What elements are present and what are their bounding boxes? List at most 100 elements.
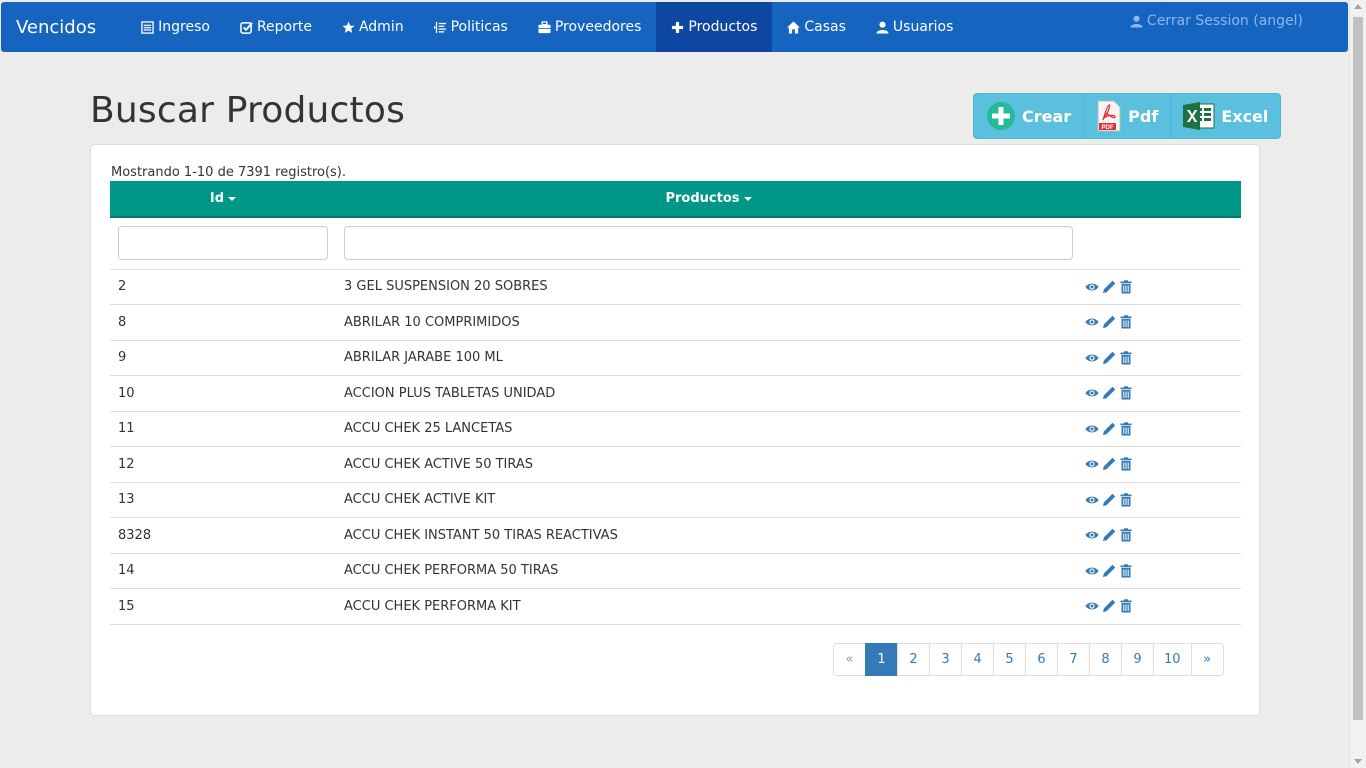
nav-item-reporte[interactable]: Reporte: [225, 2, 327, 52]
table-row: 8 ABRILAR 10 COMPRIMIDOS: [110, 304, 1241, 341]
eye-icon[interactable]: [1085, 493, 1099, 507]
nav-item-ingreso[interactable]: Ingreso: [126, 2, 225, 52]
pdf-file-icon: PDF: [1097, 100, 1121, 132]
scrollbar-thumb[interactable]: [1353, 17, 1363, 720]
briefcase-icon: [538, 20, 551, 33]
trash-icon[interactable]: [1119, 599, 1133, 613]
pencil-icon[interactable]: [1102, 386, 1116, 400]
row-action-icons: [1085, 315, 1233, 329]
pencil-icon[interactable]: [1102, 599, 1116, 613]
pencil-icon[interactable]: [1102, 457, 1116, 471]
user-icon: [1130, 15, 1143, 28]
indent-icon: [433, 21, 446, 33]
eye-icon[interactable]: [1085, 315, 1099, 329]
row-action-icons: [1085, 280, 1233, 294]
eye-icon[interactable]: [1085, 280, 1099, 294]
home-icon: [787, 20, 801, 34]
page-next-button[interactable]: »: [1190, 643, 1224, 676]
row-product-name: 3 GEL SUSPENSION 20 SOBRES: [336, 269, 1081, 305]
row-action-icons: [1085, 493, 1233, 507]
page-button[interactable]: 10: [1153, 643, 1192, 676]
page-button[interactable]: 6: [1025, 643, 1058, 676]
brand-link[interactable]: Vencidos: [1, 2, 126, 52]
page-prev-button[interactable]: «: [833, 643, 866, 676]
row-id: 10: [110, 375, 336, 412]
page-button[interactable]: 7: [1057, 643, 1090, 676]
trash-icon[interactable]: [1119, 457, 1133, 471]
trash-icon[interactable]: [1119, 386, 1133, 400]
filter-cell-productos: [336, 217, 1081, 270]
pdf-button[interactable]: PDF Pdf: [1084, 94, 1172, 138]
filter-cell-empty: [1081, 217, 1241, 270]
nav-item-proveedores[interactable]: Proveedores: [523, 2, 657, 52]
page-button[interactable]: 8: [1089, 643, 1122, 676]
row-actions: [1081, 340, 1241, 376]
pencil-icon[interactable]: [1102, 315, 1116, 329]
page-title: Buscar Productos: [90, 90, 406, 131]
nav-item-admin[interactable]: Admin: [327, 2, 419, 52]
column-header-label: Productos: [665, 191, 740, 206]
nav-item-politicas[interactable]: Politicas: [419, 2, 523, 52]
table-row: 23 GEL SUSPENSION 20 SOBRES: [110, 269, 1241, 305]
trash-icon[interactable]: [1119, 528, 1133, 542]
nav-item-productos[interactable]: Productos: [656, 2, 773, 52]
trash-icon[interactable]: [1119, 422, 1133, 436]
plus-icon: [672, 21, 684, 33]
page-numbers: 1 2 3 4 5 6 7 8 9 10: [865, 643, 1192, 676]
pencil-icon[interactable]: [1102, 528, 1116, 542]
nav-item-usuarios[interactable]: Usuarios: [861, 2, 969, 52]
page-button[interactable]: 2: [897, 643, 930, 676]
row-actions: [1081, 375, 1241, 412]
nav-label: Reporte: [256, 19, 312, 35]
user-icon: [876, 21, 889, 34]
eye-icon[interactable]: [1085, 599, 1099, 613]
trash-icon[interactable]: [1119, 280, 1133, 294]
row-product-name: ACCU CHEK INSTANT 50 TIRAS REACTIVAS: [336, 517, 1081, 554]
excel-button[interactable]: Excel: [1171, 94, 1280, 138]
table-body: 23 GEL SUSPENSION 20 SOBRES 8 ABRILAR 10 C…: [110, 269, 1241, 625]
page-button[interactable]: 1: [865, 643, 898, 676]
page-button[interactable]: 5: [993, 643, 1026, 676]
pencil-icon[interactable]: [1102, 351, 1116, 365]
eye-icon[interactable]: [1085, 457, 1099, 471]
create-button[interactable]: Crear: [974, 94, 1085, 138]
productos-filter-input[interactable]: [344, 226, 1073, 261]
sort-by-productos-header[interactable]: Productos: [336, 181, 1081, 218]
table-header-row: Id Productos: [110, 181, 1241, 218]
row-actions: [1081, 411, 1241, 447]
row-action-icons: [1085, 564, 1233, 578]
page-button[interactable]: 4: [961, 643, 994, 676]
scroll-up-icon[interactable]: [1354, 4, 1362, 9]
trash-icon[interactable]: [1119, 351, 1133, 365]
eye-icon[interactable]: [1085, 564, 1099, 578]
trash-icon[interactable]: [1119, 493, 1133, 507]
nav-item-casas[interactable]: Casas: [772, 2, 861, 52]
eye-icon[interactable]: [1085, 386, 1099, 400]
eye-icon[interactable]: [1085, 351, 1099, 365]
row-product-name: ACCU CHEK ACTIVE KIT: [336, 482, 1081, 518]
sort-by-id-header[interactable]: Id: [110, 181, 336, 218]
caret-down-icon: [743, 196, 752, 201]
page-button[interactable]: 9: [1121, 643, 1154, 676]
row-product-name: ABRILAR JARABE 100 ML: [336, 340, 1081, 376]
table-row: 15 ACCU CHEK PERFORMA KIT: [110, 588, 1241, 625]
id-filter-input[interactable]: [118, 226, 328, 261]
logout-link[interactable]: Cerrar Session (angel): [1130, 2, 1303, 40]
pencil-icon[interactable]: [1102, 280, 1116, 294]
nav-label: Casas: [804, 19, 846, 35]
row-action-icons: [1085, 599, 1233, 613]
eye-icon[interactable]: [1085, 528, 1099, 542]
pencil-icon[interactable]: [1102, 422, 1116, 436]
excel-file-icon: [1183, 102, 1215, 130]
row-id: 9: [110, 340, 336, 376]
pencil-icon[interactable]: [1102, 493, 1116, 507]
trash-icon[interactable]: [1119, 315, 1133, 329]
trash-icon[interactable]: [1119, 564, 1133, 578]
pencil-icon[interactable]: [1102, 564, 1116, 578]
scroll-down-icon[interactable]: [1354, 759, 1362, 764]
nav-label: Ingreso: [158, 19, 210, 35]
row-product-name: ACCU CHEK ACTIVE 50 TIRAS: [336, 446, 1081, 483]
eye-icon[interactable]: [1085, 422, 1099, 436]
page-button[interactable]: 3: [929, 643, 962, 676]
page-scrollbar[interactable]: [1349, 0, 1366, 768]
